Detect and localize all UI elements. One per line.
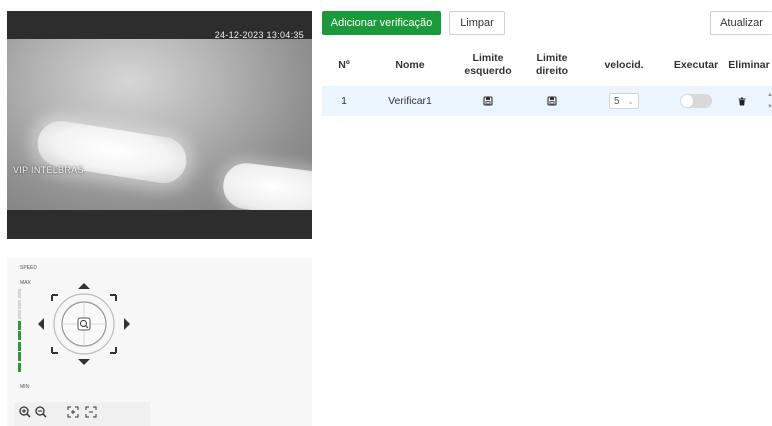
speed-level-segment[interactable]	[18, 320, 21, 330]
table-header: Nº Nome Limite esquerdo Limite direito v…	[322, 44, 772, 87]
max-label: MAX	[20, 280, 31, 286]
pan-up-right-icon[interactable]	[110, 294, 117, 301]
zoom-in-icon[interactable]	[18, 405, 32, 419]
save-icon	[547, 96, 557, 106]
pan-down-right-icon[interactable]	[110, 347, 117, 354]
col-left-limit: Limite esquerdo	[464, 52, 512, 77]
zoom-out-icon[interactable]	[34, 405, 48, 419]
row-name[interactable]: Verificar1	[370, 86, 450, 116]
set-left-limit-button[interactable]	[450, 86, 526, 116]
live-video[interactable]: 24-12-2023 13:04:35 VIP INTELBRAS	[7, 11, 312, 239]
col-number: Nº	[338, 58, 350, 71]
delete-button[interactable]	[726, 86, 758, 116]
save-icon	[483, 96, 493, 106]
min-label: MIN	[20, 384, 30, 390]
speed-select[interactable]: 5 ⌄	[609, 93, 639, 109]
video-frame	[7, 39, 312, 210]
speed-select-value: 5	[614, 95, 620, 107]
table-scrollbar[interactable]: ▲ ▼	[767, 89, 772, 113]
speed-level-segment[interactable]	[18, 299, 21, 309]
speed-level-segment[interactable]	[18, 310, 21, 319]
speed-level-segment[interactable]	[18, 341, 21, 351]
run-toggle[interactable]	[680, 94, 712, 108]
pan-right-arrow-icon[interactable]	[124, 318, 130, 330]
col-speed: velocid.	[604, 58, 644, 71]
pan-left-arrow-icon[interactable]	[38, 318, 44, 330]
focus-near-icon[interactable]	[66, 405, 80, 419]
refresh-button[interactable]: Atualizar	[710, 11, 772, 35]
osd-camera-name: VIP INTELBRAS	[13, 165, 84, 175]
pan-down-arrow-icon[interactable]	[78, 359, 90, 365]
add-preset-button[interactable]: Adicionar verificação	[322, 11, 441, 35]
row-number: 1	[341, 95, 347, 107]
focus-far-icon[interactable]	[84, 405, 98, 419]
table-row[interactable]: 1 Verificar1 5 ⌄ ▲ ▼	[322, 86, 772, 116]
speed-level-segment[interactable]	[18, 362, 21, 372]
clear-button[interactable]: Limpar	[449, 11, 505, 35]
set-right-limit-button[interactable]	[522, 86, 582, 116]
col-right-limit: Limite direito	[535, 52, 569, 77]
video-bottom-bar	[7, 210, 312, 239]
trash-icon	[738, 97, 746, 105]
pan-up-left-icon[interactable]	[51, 294, 58, 301]
col-delete: Eliminar	[728, 58, 770, 71]
ptz-direction-pad[interactable]	[32, 277, 136, 371]
speed-label: SPEED	[20, 265, 37, 271]
col-run: Executar	[673, 58, 719, 71]
chevron-down-icon: ⌄	[627, 96, 634, 106]
speed-level-segment[interactable]	[18, 289, 21, 298]
speed-level-segment[interactable]	[18, 331, 21, 340]
speed-level-segment[interactable]	[18, 352, 21, 361]
pan-up-arrow-icon[interactable]	[78, 283, 90, 289]
col-name: Nome	[395, 58, 425, 71]
osd-datetime: 24-12-2023 13:04:35	[214, 30, 304, 40]
pan-down-left-icon[interactable]	[51, 347, 58, 354]
